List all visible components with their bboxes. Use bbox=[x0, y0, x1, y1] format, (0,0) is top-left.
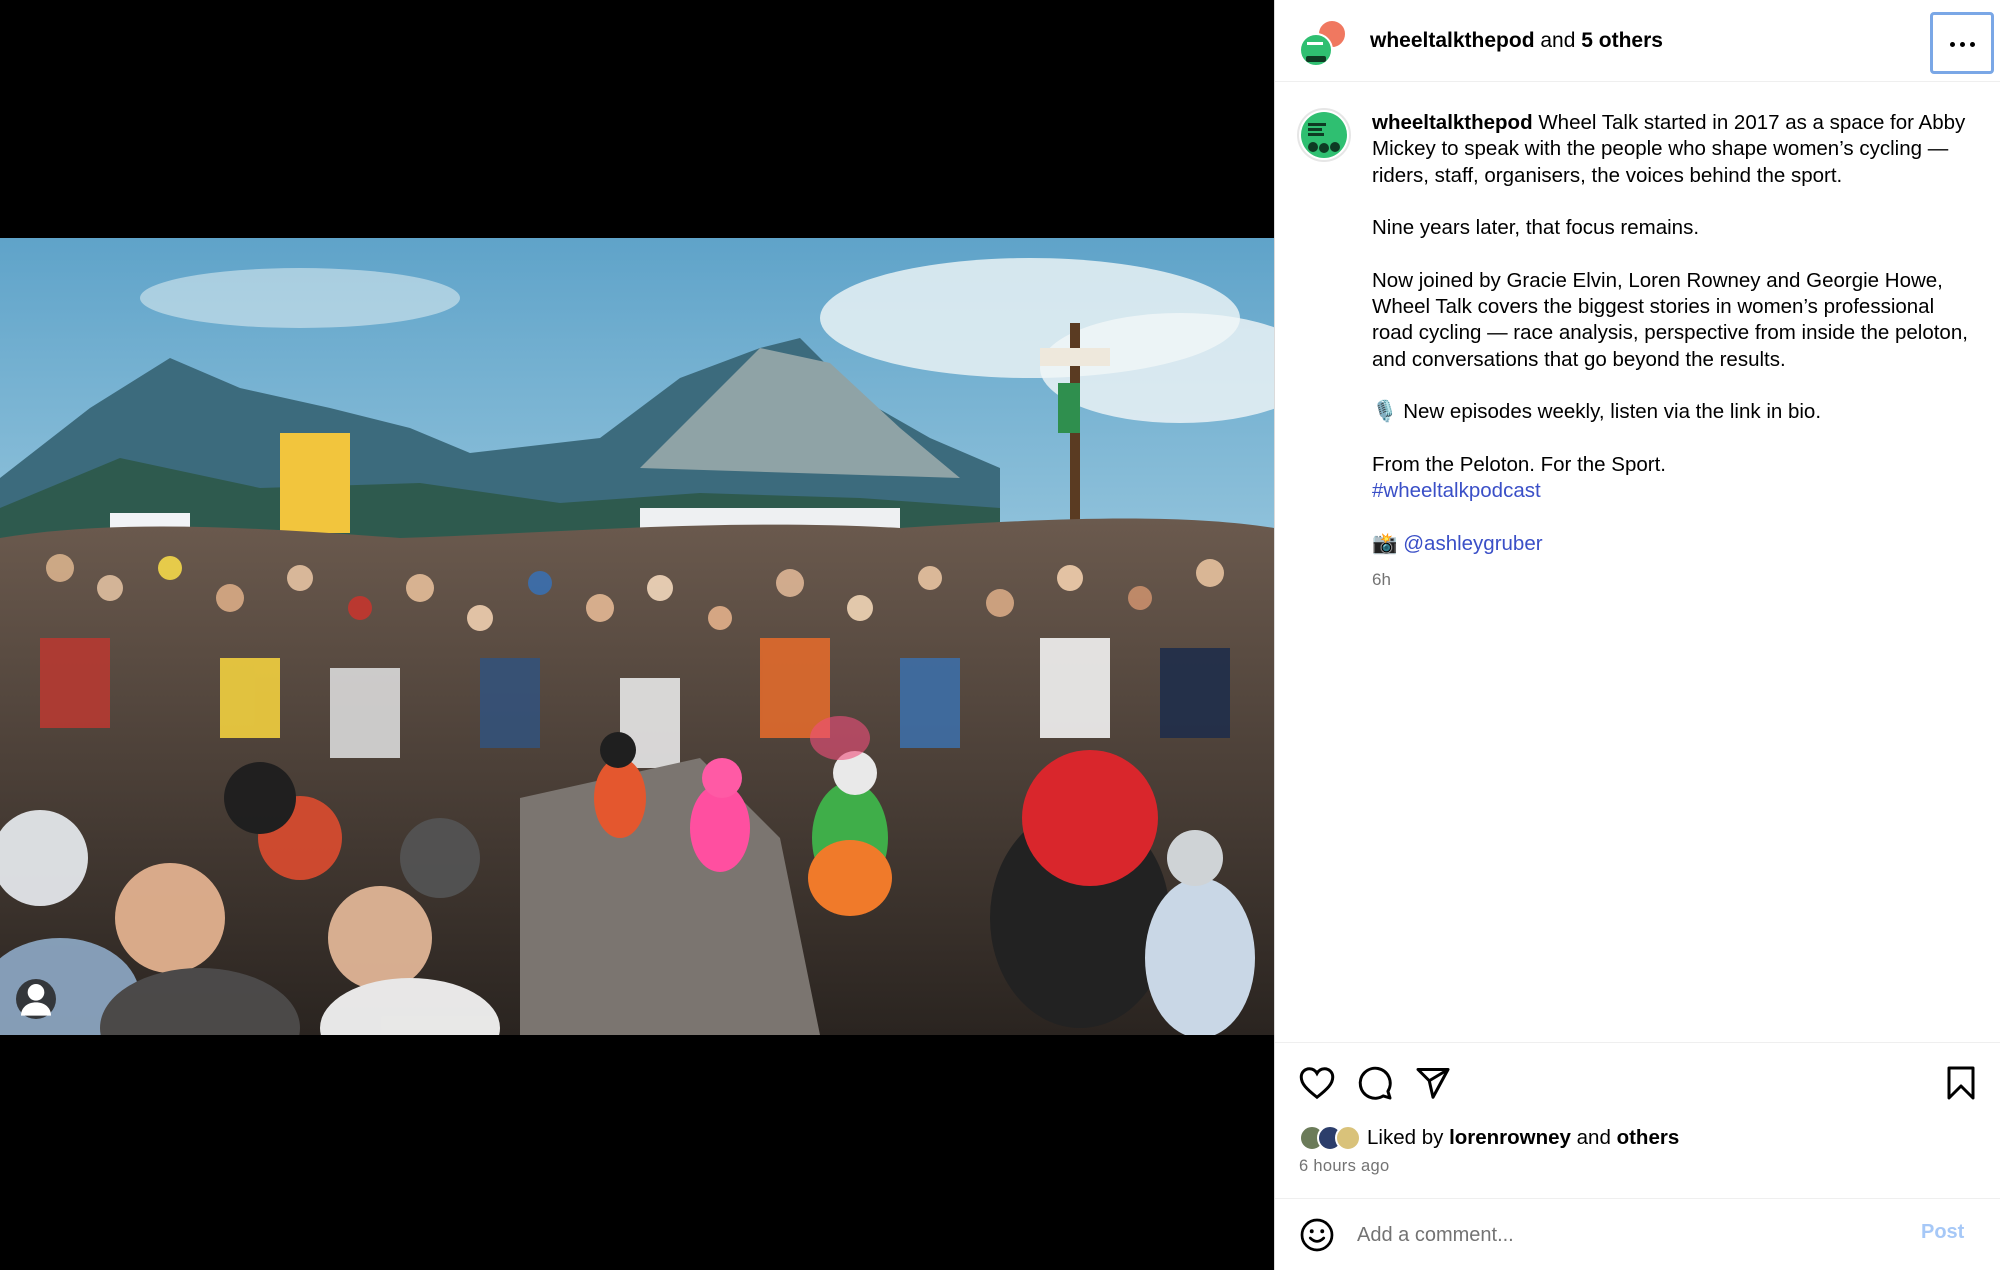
caption-text: wheeltalkthepod Wheel Talk started in 20… bbox=[1372, 110, 1972, 593]
user-tag-icon bbox=[21, 984, 51, 1016]
other-likers-link[interactable]: others bbox=[1617, 1126, 1680, 1149]
heart-icon bbox=[1299, 1067, 1335, 1100]
save-button[interactable] bbox=[1939, 1061, 1983, 1105]
emoji-picker-button[interactable] bbox=[1299, 1217, 1335, 1253]
like-button[interactable] bbox=[1295, 1061, 1339, 1105]
liked-by-prefix: Liked by bbox=[1367, 1126, 1444, 1149]
caption-paragraph-3: Now joined by Gracie Elvin, Loren Rowney… bbox=[1372, 268, 1968, 371]
liked-by-connector: and bbox=[1576, 1126, 1611, 1149]
liker-avatar[interactable] bbox=[1335, 1125, 1361, 1151]
hashtag-link[interactable]: #wheeltalkpodcast bbox=[1372, 479, 1541, 502]
media-viewer bbox=[0, 0, 1274, 1270]
photo-credit-mention[interactable]: @ashleygruber bbox=[1403, 532, 1542, 555]
caption-paragraph-5: From the Peloton. For the Sport. bbox=[1372, 452, 1666, 476]
liked-by-text: Liked by lorenrowney and others bbox=[1367, 1126, 1679, 1150]
more-options-icon bbox=[1947, 34, 1977, 52]
first-liker-link[interactable]: lorenrowney bbox=[1449, 1126, 1571, 1149]
caption-area: wheeltalkthepod Wheel Talk started in 20… bbox=[1275, 82, 2000, 1042]
camera-emoji: 📸 bbox=[1372, 531, 1398, 555]
caption-paragraph-2: Nine years later, that focus remains. bbox=[1372, 216, 1700, 240]
post-author-line: wheeltalkthepod and 5 others bbox=[1370, 28, 1663, 54]
tagged-users-button[interactable] bbox=[16, 979, 56, 1019]
caption-username[interactable]: wheeltalkthepod bbox=[1372, 111, 1533, 134]
bookmark-icon bbox=[1947, 1066, 1975, 1100]
more-options-button[interactable] bbox=[1930, 12, 1994, 74]
comment-bar: Post bbox=[1275, 1198, 2000, 1270]
caption-age[interactable]: 6h bbox=[1372, 567, 1972, 593]
comment-bubble-icon bbox=[1358, 1066, 1392, 1100]
caption-paragraph-4: 🎙️ New episodes weekly, listen via the l… bbox=[1372, 400, 1822, 424]
post-timestamp[interactable]: 6 hours ago bbox=[1299, 1157, 1389, 1176]
author-username[interactable]: wheeltalkthepod bbox=[1370, 29, 1535, 52]
post-side-panel: wheeltalkthepod and 5 others wheeltalkth… bbox=[1274, 0, 2000, 1270]
caption-author-avatar[interactable] bbox=[1297, 108, 1351, 162]
comment-input[interactable] bbox=[1357, 1213, 1897, 1257]
post-photo[interactable] bbox=[0, 238, 1274, 1035]
collab-others-link[interactable]: 5 others bbox=[1581, 29, 1663, 52]
post-header: wheeltalkthepod and 5 others bbox=[1275, 0, 2000, 82]
cycling-race-photo bbox=[0, 238, 1274, 1035]
collab-avatars[interactable] bbox=[1299, 18, 1349, 68]
share-button[interactable] bbox=[1411, 1061, 1455, 1105]
post-comment-button[interactable]: Post bbox=[1921, 1221, 1964, 1244]
post-actions: Liked by lorenrowney and others 6 hours … bbox=[1275, 1042, 2000, 1198]
paper-plane-icon bbox=[1416, 1068, 1450, 1099]
comment-button[interactable] bbox=[1353, 1061, 1397, 1105]
collab-connector: and bbox=[1540, 29, 1576, 52]
liked-by-row: Liked by lorenrowney and others bbox=[1299, 1125, 1679, 1151]
smiley-icon bbox=[1300, 1218, 1334, 1252]
